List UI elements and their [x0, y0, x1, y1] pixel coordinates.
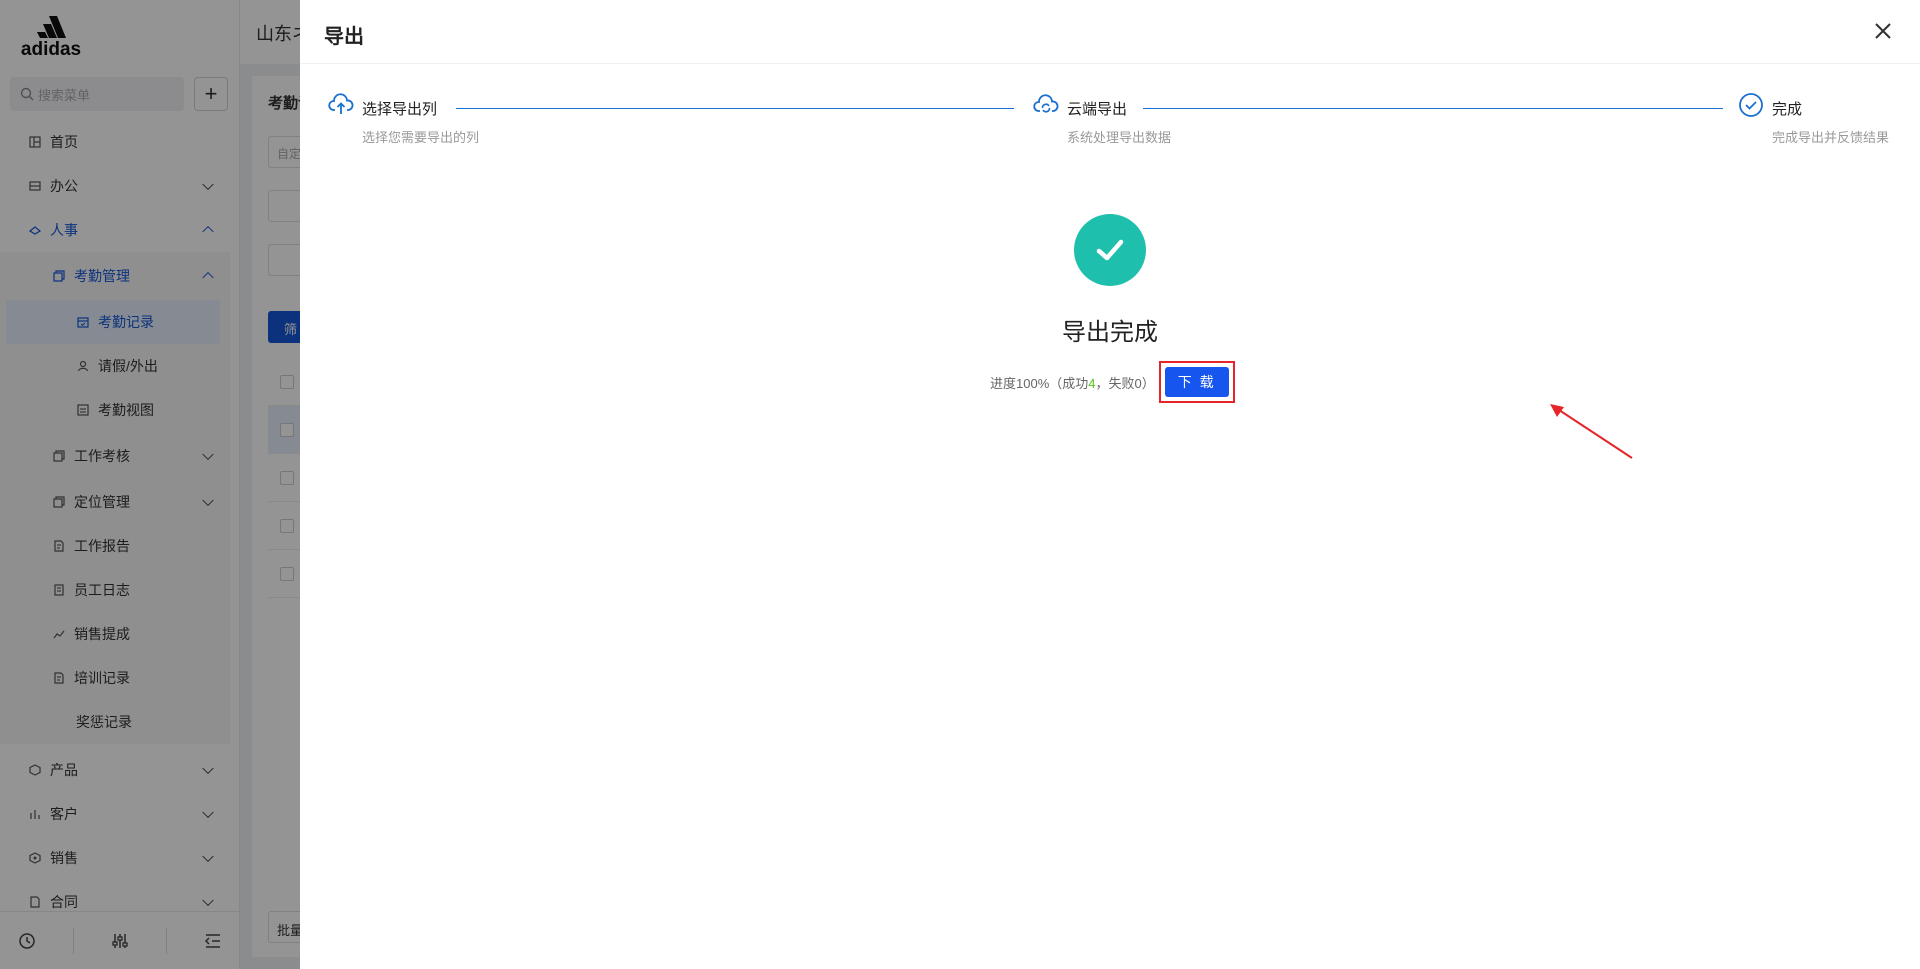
progress-row: 进度100%（成功4，失败0） 下 载 — [990, 361, 1235, 403]
progress-text: 进度100%（成功4，失败0） — [990, 375, 1155, 391]
export-drawer: 导出 选择导出列 选择您需要导出的列 云端导出 系统处理导出数据 完成 完成导出… — [300, 0, 1920, 969]
check-circle-icon — [1739, 93, 1763, 117]
step-description: 完成导出并反馈结果 — [1772, 130, 1890, 145]
step-title: 选择导出列 — [362, 101, 438, 118]
result-title: 导出完成 — [1062, 319, 1158, 346]
fail-count: 0 — [1134, 375, 1142, 391]
close-icon[interactable] — [1872, 20, 1894, 42]
red-arrow-annotation — [1550, 404, 1633, 459]
step-title: 完成 — [1772, 101, 1803, 118]
cloud-upload-icon — [328, 93, 354, 114]
download-button[interactable]: 下 载 — [1164, 367, 1229, 397]
step-title: 云端导出 — [1067, 101, 1128, 118]
step-description: 系统处理导出数据 — [1067, 130, 1172, 145]
step-connector — [1143, 108, 1723, 109]
download-highlight: 下 载 — [1158, 361, 1235, 403]
success-check-icon — [1074, 214, 1146, 286]
step-connector — [456, 108, 1014, 109]
step-description: 选择您需要导出的列 — [362, 130, 480, 145]
drawer-title: 导出 — [324, 26, 364, 48]
cloud-sync-icon — [1033, 94, 1059, 113]
export-steps: 选择导出列 选择您需要导出的列 云端导出 系统处理导出数据 完成 完成导出并反馈… — [328, 92, 1898, 152]
drawer-header: 导出 — [300, 0, 1920, 64]
export-result: 导出完成 — [300, 214, 1920, 347]
